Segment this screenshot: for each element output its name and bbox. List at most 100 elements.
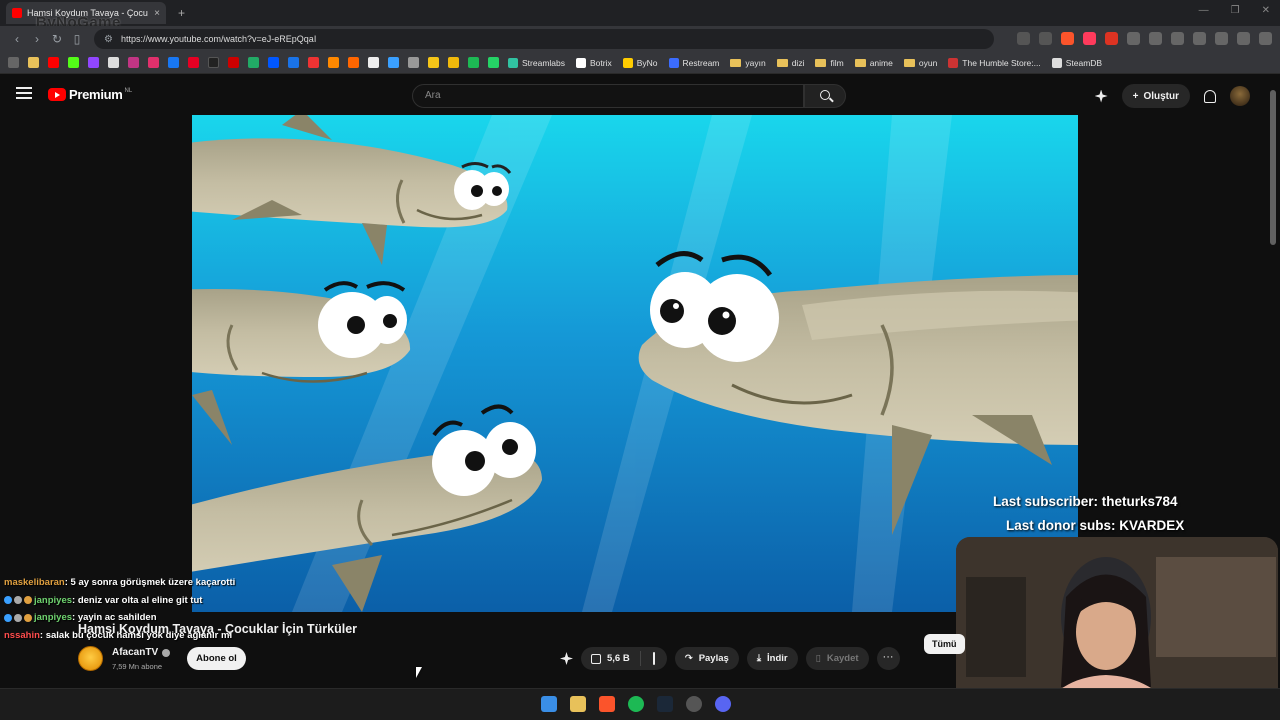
- create-button[interactable]: + Oluştur: [1121, 84, 1190, 108]
- like-button[interactable]: 5,6 B: [581, 651, 641, 666]
- search-input[interactable]: Ara: [412, 84, 804, 108]
- more-actions-button[interactable]: ···: [876, 647, 900, 670]
- bookmark-icon[interactable]: [368, 57, 379, 68]
- page-scrollbar[interactable]: [1270, 90, 1276, 245]
- instagram-bookmark-icon[interactable]: [148, 57, 159, 68]
- leo-icon[interactable]: [1237, 32, 1250, 45]
- share-icon[interactable]: [1039, 32, 1052, 45]
- spotify-bookmark-icon[interactable]: [468, 57, 479, 68]
- maximize-icon[interactable]: ❐: [1231, 5, 1240, 16]
- bookmark-favicon-icon: [1051, 57, 1062, 68]
- apps-icon[interactable]: [8, 57, 19, 68]
- bookmark-item[interactable]: The Humble Store:...: [948, 57, 1041, 68]
- tab-close-icon[interactable]: ×: [154, 8, 160, 19]
- reload-icon[interactable]: ↻: [48, 32, 66, 46]
- bookmark-icon[interactable]: [448, 57, 459, 68]
- save-button[interactable]: ▯ Kaydet: [805, 647, 869, 670]
- bookmark-icon[interactable]: [128, 57, 139, 68]
- windows-start-icon[interactable]: [541, 696, 557, 712]
- dislike-button[interactable]: [641, 652, 667, 665]
- share-arrow-icon: ↷: [684, 653, 693, 664]
- file-explorer-icon[interactable]: [570, 696, 586, 712]
- bookmark-icon[interactable]: [388, 57, 399, 68]
- tiktok-bookmark-icon[interactable]: [208, 57, 219, 68]
- kick-bookmark-icon[interactable]: [68, 57, 79, 68]
- account-avatar[interactable]: [1230, 86, 1250, 106]
- folder-icon[interactable]: [28, 57, 39, 68]
- bookmark-icon[interactable]: [308, 57, 319, 68]
- chat-badge-icon: [24, 613, 32, 622]
- bookmark-icon[interactable]: [288, 57, 299, 68]
- extension-icons: [1017, 32, 1272, 45]
- cast-icon[interactable]: [1017, 32, 1030, 45]
- youtube-premium-logo[interactable]: Premium NL: [48, 87, 132, 102]
- sparkle-icon[interactable]: [1094, 89, 1108, 103]
- hamburger-menu-icon[interactable]: [16, 87, 32, 99]
- share-label: Paylaş: [698, 653, 729, 664]
- bookmark-item[interactable]: SteamDB: [1051, 57, 1102, 68]
- bookmark-icon[interactable]: [228, 57, 239, 68]
- bookmark-icon[interactable]: [428, 57, 439, 68]
- bookmark-item[interactable]: anime: [854, 58, 893, 68]
- whatsapp-bookmark-icon[interactable]: [488, 57, 499, 68]
- bookmark-icon[interactable]: [248, 57, 259, 68]
- close-window-icon[interactable]: ✕: [1262, 5, 1270, 16]
- video-title: Hamsi Koydum Tavaya - Çocuklar İçin Türk…: [78, 622, 358, 636]
- bookmark-item[interactable]: ByNo: [622, 57, 658, 68]
- bookmark-item[interactable]: yayın: [730, 58, 766, 68]
- subscribe-button[interactable]: Abone ol: [187, 647, 246, 670]
- bookmark-icon[interactable]: [348, 57, 359, 68]
- bookmark-item[interactable]: film: [815, 58, 844, 68]
- obs-icon[interactable]: [686, 696, 702, 712]
- last-subscriber-overlay: Last subscriber: theturks784: [993, 494, 1178, 509]
- extension-icon[interactable]: [1127, 32, 1140, 45]
- taskbar-icons: [541, 696, 731, 712]
- back-icon[interactable]: ‹: [8, 32, 26, 46]
- last-donor-overlay: Last donor subs: KVARDEX: [1006, 518, 1185, 533]
- share-button[interactable]: ↷ Paylaş: [674, 647, 739, 670]
- bookmark-item[interactable]: Botrix: [576, 57, 612, 68]
- folder-icon: [815, 58, 827, 67]
- pinterest-bookmark-icon[interactable]: [188, 57, 199, 68]
- forward-icon[interactable]: ›: [28, 32, 46, 46]
- bookmark-item[interactable]: Streamlabs: [508, 57, 565, 68]
- discord-icon[interactable]: [715, 696, 731, 712]
- spotify-icon[interactable]: [628, 696, 644, 712]
- url-field[interactable]: ⚙ https://www.youtube.com/watch?v=eJ-eRE…: [94, 29, 994, 49]
- site-info-icon[interactable]: ⚙: [104, 34, 113, 45]
- ask-sparkle-icon[interactable]: [560, 652, 573, 665]
- x-bookmark-icon[interactable]: [108, 57, 119, 68]
- download-button[interactable]: ⤓ İndir: [746, 647, 798, 670]
- bookmark-page-icon[interactable]: ▯: [68, 32, 86, 46]
- bookmark-item[interactable]: dizi: [776, 58, 804, 68]
- save-bookmark-icon: ▯: [815, 653, 821, 664]
- extension-icon[interactable]: [1105, 32, 1118, 45]
- channel-name[interactable]: AfacanTV: [112, 647, 171, 658]
- bookmark-icon[interactable]: [328, 57, 339, 68]
- steam-icon[interactable]: [657, 696, 673, 712]
- new-tab-button[interactable]: +: [178, 6, 185, 20]
- bookmark-icon[interactable]: [408, 57, 419, 68]
- filter-chip-all[interactable]: Tümü: [924, 634, 965, 654]
- facebook-bookmark-icon[interactable]: [168, 57, 179, 68]
- extension-icon[interactable]: [1149, 32, 1162, 45]
- brave-shields-icon[interactable]: [1061, 32, 1074, 45]
- video-player[interactable]: [192, 115, 1078, 612]
- youtube-bookmark-icon[interactable]: [48, 57, 59, 68]
- bookmark-icon[interactable]: [268, 57, 279, 68]
- media-icon[interactable]: [1215, 32, 1228, 45]
- channel-avatar[interactable]: [78, 646, 103, 671]
- bookmark-item[interactable]: oyun: [903, 58, 937, 68]
- brave-browser-icon[interactable]: [599, 696, 615, 712]
- twitch-bookmark-icon[interactable]: [88, 57, 99, 68]
- logo-region: NL: [124, 87, 133, 94]
- notifications-bell-icon[interactable]: [1204, 89, 1216, 103]
- bookmark-item[interactable]: Restream: [668, 57, 719, 68]
- puzzle-icon[interactable]: [1171, 32, 1184, 45]
- sidebar-icon[interactable]: [1193, 32, 1206, 45]
- brave-rewards-icon[interactable]: [1083, 32, 1096, 45]
- minimize-icon[interactable]: —: [1199, 5, 1209, 16]
- menu-icon[interactable]: [1259, 32, 1272, 45]
- search-button[interactable]: [804, 84, 846, 108]
- youtube-favicon-icon: [12, 8, 22, 18]
